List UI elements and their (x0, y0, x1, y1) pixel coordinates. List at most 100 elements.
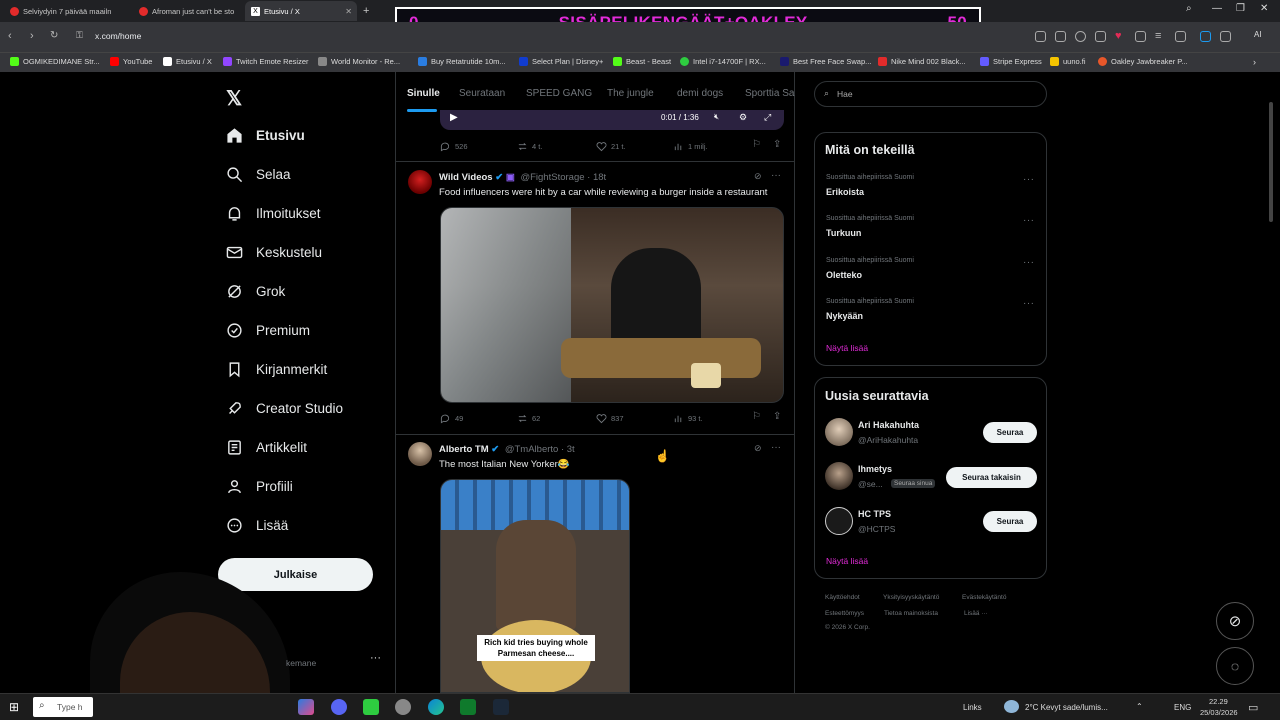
more-options-icon[interactable]: ··· (1023, 215, 1035, 226)
sidebar-item-more[interactable]: Lisää (226, 517, 288, 534)
new-tab-button[interactable]: + (360, 1, 376, 21)
bookmark-icon[interactable]: ⚐ (752, 139, 761, 150)
browser-tab-1[interactable]: Selviydyin 7 päivää maailn (4, 1, 132, 21)
grok-float-button[interactable]: ⊘ (1216, 602, 1254, 640)
bookmark-item[interactable]: YouTube (110, 57, 152, 66)
extension-icon[interactable] (1095, 31, 1106, 42)
trend-item[interactable]: Erikoista (826, 187, 864, 197)
trend-item[interactable]: Turkuun (826, 228, 861, 238)
post-button[interactable]: Julkaise (218, 558, 373, 591)
extension-icon[interactable] (1220, 31, 1231, 42)
footer-link[interactable]: Tietoa mainoksista (884, 610, 938, 617)
taskbar-date[interactable]: 25/03/2026 (1200, 708, 1238, 717)
app-icon[interactable] (460, 699, 476, 715)
repost-count[interactable]: 62 (517, 413, 540, 424)
tab-the-jungle[interactable]: The jungle (607, 88, 654, 99)
url-field[interactable]: x.com/home (95, 31, 141, 41)
extension-icon[interactable] (1035, 31, 1046, 42)
more-options-icon[interactable]: ··· (1023, 174, 1035, 185)
view-count[interactable]: 1 milj. (673, 141, 708, 152)
trend-item[interactable]: Oletteko (826, 270, 862, 280)
sidebar-item-creator-studio[interactable]: Creator Studio (226, 400, 343, 417)
settings-icon[interactable]: ⚙ (739, 112, 747, 123)
play-icon[interactable]: ▶ (450, 112, 458, 123)
grok-icon[interactable]: ⊘ (754, 443, 762, 454)
like-count[interactable]: 837 (596, 413, 624, 424)
scrollbar[interactable] (1269, 102, 1273, 222)
extension-icon[interactable] (1200, 31, 1211, 42)
video-player[interactable] (440, 110, 784, 130)
avatar[interactable] (825, 462, 853, 490)
bookmark-item[interactable]: OGMIKEDIMANE Str... (10, 57, 100, 66)
grok-icon[interactable]: ⊘ (754, 171, 762, 182)
copilot-icon[interactable] (298, 699, 314, 715)
more-options-icon[interactable]: ··· (1023, 298, 1035, 309)
close-tab-icon[interactable]: ✕ (345, 7, 352, 16)
avatar[interactable] (825, 418, 853, 446)
close-window-icon[interactable]: ✕ (1260, 3, 1268, 14)
search-tabs-icon[interactable]: ⌕ (1186, 3, 1192, 14)
sidebar-item-grok[interactable]: Grok (226, 283, 285, 300)
chat-float-button[interactable]: ◌ (1216, 647, 1254, 685)
footer-link[interactable]: Lisää ··· (964, 610, 988, 617)
tweet-media-video[interactable] (440, 207, 784, 403)
sidebar-item-home[interactable]: Etusivu (226, 127, 305, 144)
bookmark-item[interactable]: Best Free Face Swap... (780, 57, 871, 66)
minimize-icon[interactable]: — (1212, 3, 1222, 14)
mute-icon[interactable]: 🔇︎ (714, 112, 719, 122)
bookmark-icon[interactable]: ⚐ (752, 411, 761, 422)
sidebar-item-notifications[interactable]: Ilmoitukset (226, 205, 321, 222)
sidebar-item-profile[interactable]: Profiili (226, 478, 293, 495)
browser-tab-2[interactable]: Afroman just can't be sto (133, 1, 243, 21)
maximize-icon[interactable]: ❐ (1236, 3, 1245, 14)
heart-icon[interactable]: ♥ (1115, 30, 1122, 42)
reply-count[interactable]: 526 (440, 141, 468, 152)
app-icon[interactable] (395, 699, 411, 715)
extension-icon[interactable] (1055, 31, 1066, 42)
notifications-icon[interactable]: ▭ (1248, 701, 1258, 714)
sidebar-item-articles[interactable]: Artikkelit (226, 439, 307, 456)
tweet-author[interactable]: Wild Videos ✔ ▣ @FightStorage · 18t (439, 172, 606, 183)
footer-link[interactable]: Käyttöehdot (825, 594, 860, 601)
bookmark-item[interactable]: Beast - Beast (613, 57, 671, 66)
x-logo-icon[interactable]: 𝕏 (226, 86, 242, 111)
footer-link[interactable]: Yksityisyyskäytäntö (883, 594, 939, 601)
sidebar-item-explore[interactable]: Selaa (226, 166, 291, 183)
profile-icon[interactable] (1175, 31, 1186, 42)
windows-start-icon[interactable]: ⊞ (9, 700, 19, 714)
more-options-icon[interactable]: ··· (771, 442, 781, 453)
follow-show-more-link[interactable]: Näytä lisää (826, 556, 868, 566)
share-icon[interactable]: ⇪ (773, 139, 781, 150)
steam-icon[interactable] (493, 699, 509, 715)
tweet-author[interactable]: Alberto TM ✔ @TmAlberto · 3t (439, 444, 575, 455)
bookmark-item[interactable]: World Monitor - Re... (318, 57, 400, 66)
like-count[interactable]: 21 t. (596, 141, 626, 152)
suggested-user-name[interactable]: Ihmetys (858, 464, 892, 474)
taskbar-time[interactable]: 22.29 (1209, 697, 1228, 706)
edge-icon[interactable] (428, 699, 444, 715)
taskbar-links[interactable]: Links (963, 703, 982, 712)
fullscreen-icon[interactable]: ⤢ (764, 112, 771, 123)
suggested-user-name[interactable]: Ari Hakahuhta (858, 420, 919, 430)
ai-button[interactable]: AI (1254, 30, 1262, 39)
search-input[interactable]: ⌕ Hae (814, 81, 1047, 107)
bookmark-item[interactable]: Select Plan | Disney+ (519, 57, 603, 66)
menu-icon[interactable]: ≡ (1155, 30, 1161, 42)
footer-link[interactable]: Evästekäytäntö (962, 594, 1006, 601)
avatar[interactable] (408, 170, 432, 194)
taskbar-weather[interactable]: 2°C Kevyt sade/lumis... (1025, 703, 1108, 712)
discord-icon[interactable] (331, 699, 347, 715)
bookmark-item[interactable]: Buy Retatrutide 10m... (418, 57, 506, 66)
repost-count[interactable]: 4 t. (517, 141, 542, 152)
view-count[interactable]: 93 t. (673, 413, 703, 424)
bookmark-item[interactable]: uuno.fi (1050, 57, 1086, 66)
extension-icon[interactable] (1075, 31, 1086, 42)
forward-icon[interactable]: › (30, 30, 34, 42)
follow-back-button[interactable]: Seuraa takaisin (946, 467, 1037, 488)
reply-count[interactable]: 49 (440, 413, 463, 424)
tab-for-you[interactable]: Sinulle (407, 88, 440, 99)
bookmarks-overflow-icon[interactable]: › (1253, 57, 1256, 67)
sidebar-item-premium[interactable]: Premium (226, 322, 310, 339)
back-icon[interactable]: ‹ (8, 30, 12, 42)
taskbar-language[interactable]: ENG (1174, 703, 1191, 712)
